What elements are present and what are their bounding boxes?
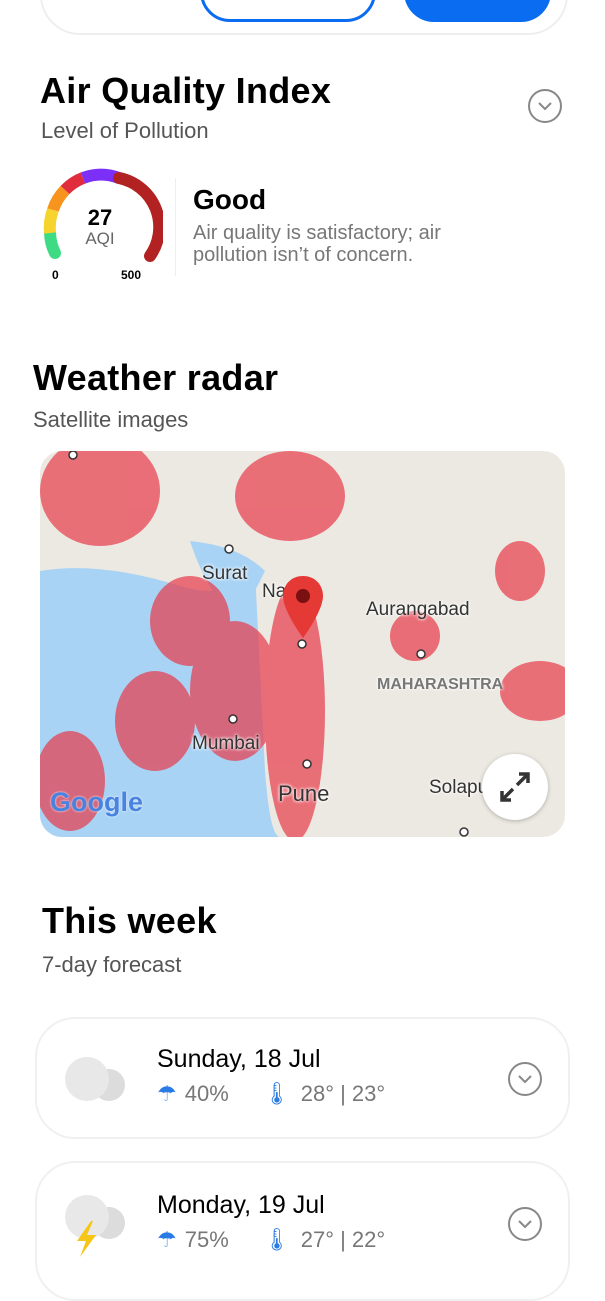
aqi-subtitle: Level of Pollution <box>41 118 209 143</box>
temperature-range: 28° | 23° <box>300 1081 386 1106</box>
rain-chance: 40% <box>184 1081 229 1106</box>
aqi-expand-chevron-icon[interactable] <box>528 89 562 123</box>
city-mumbai: Mumbai <box>192 733 260 754</box>
aqi-value: 27 <box>87 205 113 230</box>
aqi-min: 0 <box>52 268 59 282</box>
forecast-day[interactable]: Sunday, 18 Jul ☂ 40% 🌡 28° | 23° <box>35 1017 570 1139</box>
primary-button[interactable] <box>404 0 551 22</box>
thermometer-icon: 🌡 <box>262 1227 291 1252</box>
umbrella-icon: ☂ <box>157 1227 177 1252</box>
day-meta: ☂ 75% 🌡 27° | 22° <box>157 1227 385 1253</box>
fullscreen-button[interactable] <box>482 754 548 820</box>
forecast-day[interactable]: Monday, 19 Jul ☂ 75% 🌡 27° | 22° <box>35 1161 570 1301</box>
thermometer-icon: 🌡 <box>262 1081 291 1106</box>
google-logo: Google <box>50 787 143 817</box>
aqi-title: Air Quality Index <box>40 70 332 111</box>
rain-chance: 75% <box>184 1227 229 1252</box>
aqi-max: 500 <box>121 268 142 282</box>
city-aurangabad: Aurangabad <box>366 599 470 620</box>
aqi-description: Air quality is satisfactory; air polluti… <box>193 222 441 266</box>
week-subtitle: 7-day forecast <box>42 952 182 977</box>
location-pin-icon <box>283 576 323 638</box>
umbrella-icon: ☂ <box>157 1081 177 1106</box>
day-expand-chevron-icon[interactable] <box>508 1207 542 1241</box>
thunderstorm-icon <box>65 1195 125 1257</box>
temperature-range: 27° | 22° <box>300 1227 386 1252</box>
city-surat: Surat <box>202 563 248 584</box>
radar-subtitle: Satellite images <box>33 407 189 432</box>
city-pune: Pune <box>278 781 330 806</box>
day-date: Sunday, 18 Jul <box>157 1045 321 1073</box>
aqi-unit: AQI <box>85 229 115 248</box>
weather-radar-map[interactable]: Surat Nashik Aurangabad MAHARASHTRA Mumb… <box>40 451 565 837</box>
day-expand-chevron-icon[interactable] <box>508 1062 542 1096</box>
radar-title: Weather radar <box>33 357 279 398</box>
divider <box>175 178 176 276</box>
aqi-level: Good <box>193 184 267 215</box>
outlined-button[interactable] <box>200 0 376 22</box>
day-meta: ☂ 40% 🌡 28° | 23° <box>157 1081 385 1107</box>
day-date: Monday, 19 Jul <box>157 1191 325 1219</box>
cloudy-icon <box>65 1057 125 1101</box>
week-title: This week <box>42 900 217 941</box>
expand-icon <box>500 772 530 802</box>
region-maharashtra: MAHARASHTRA <box>377 676 504 693</box>
